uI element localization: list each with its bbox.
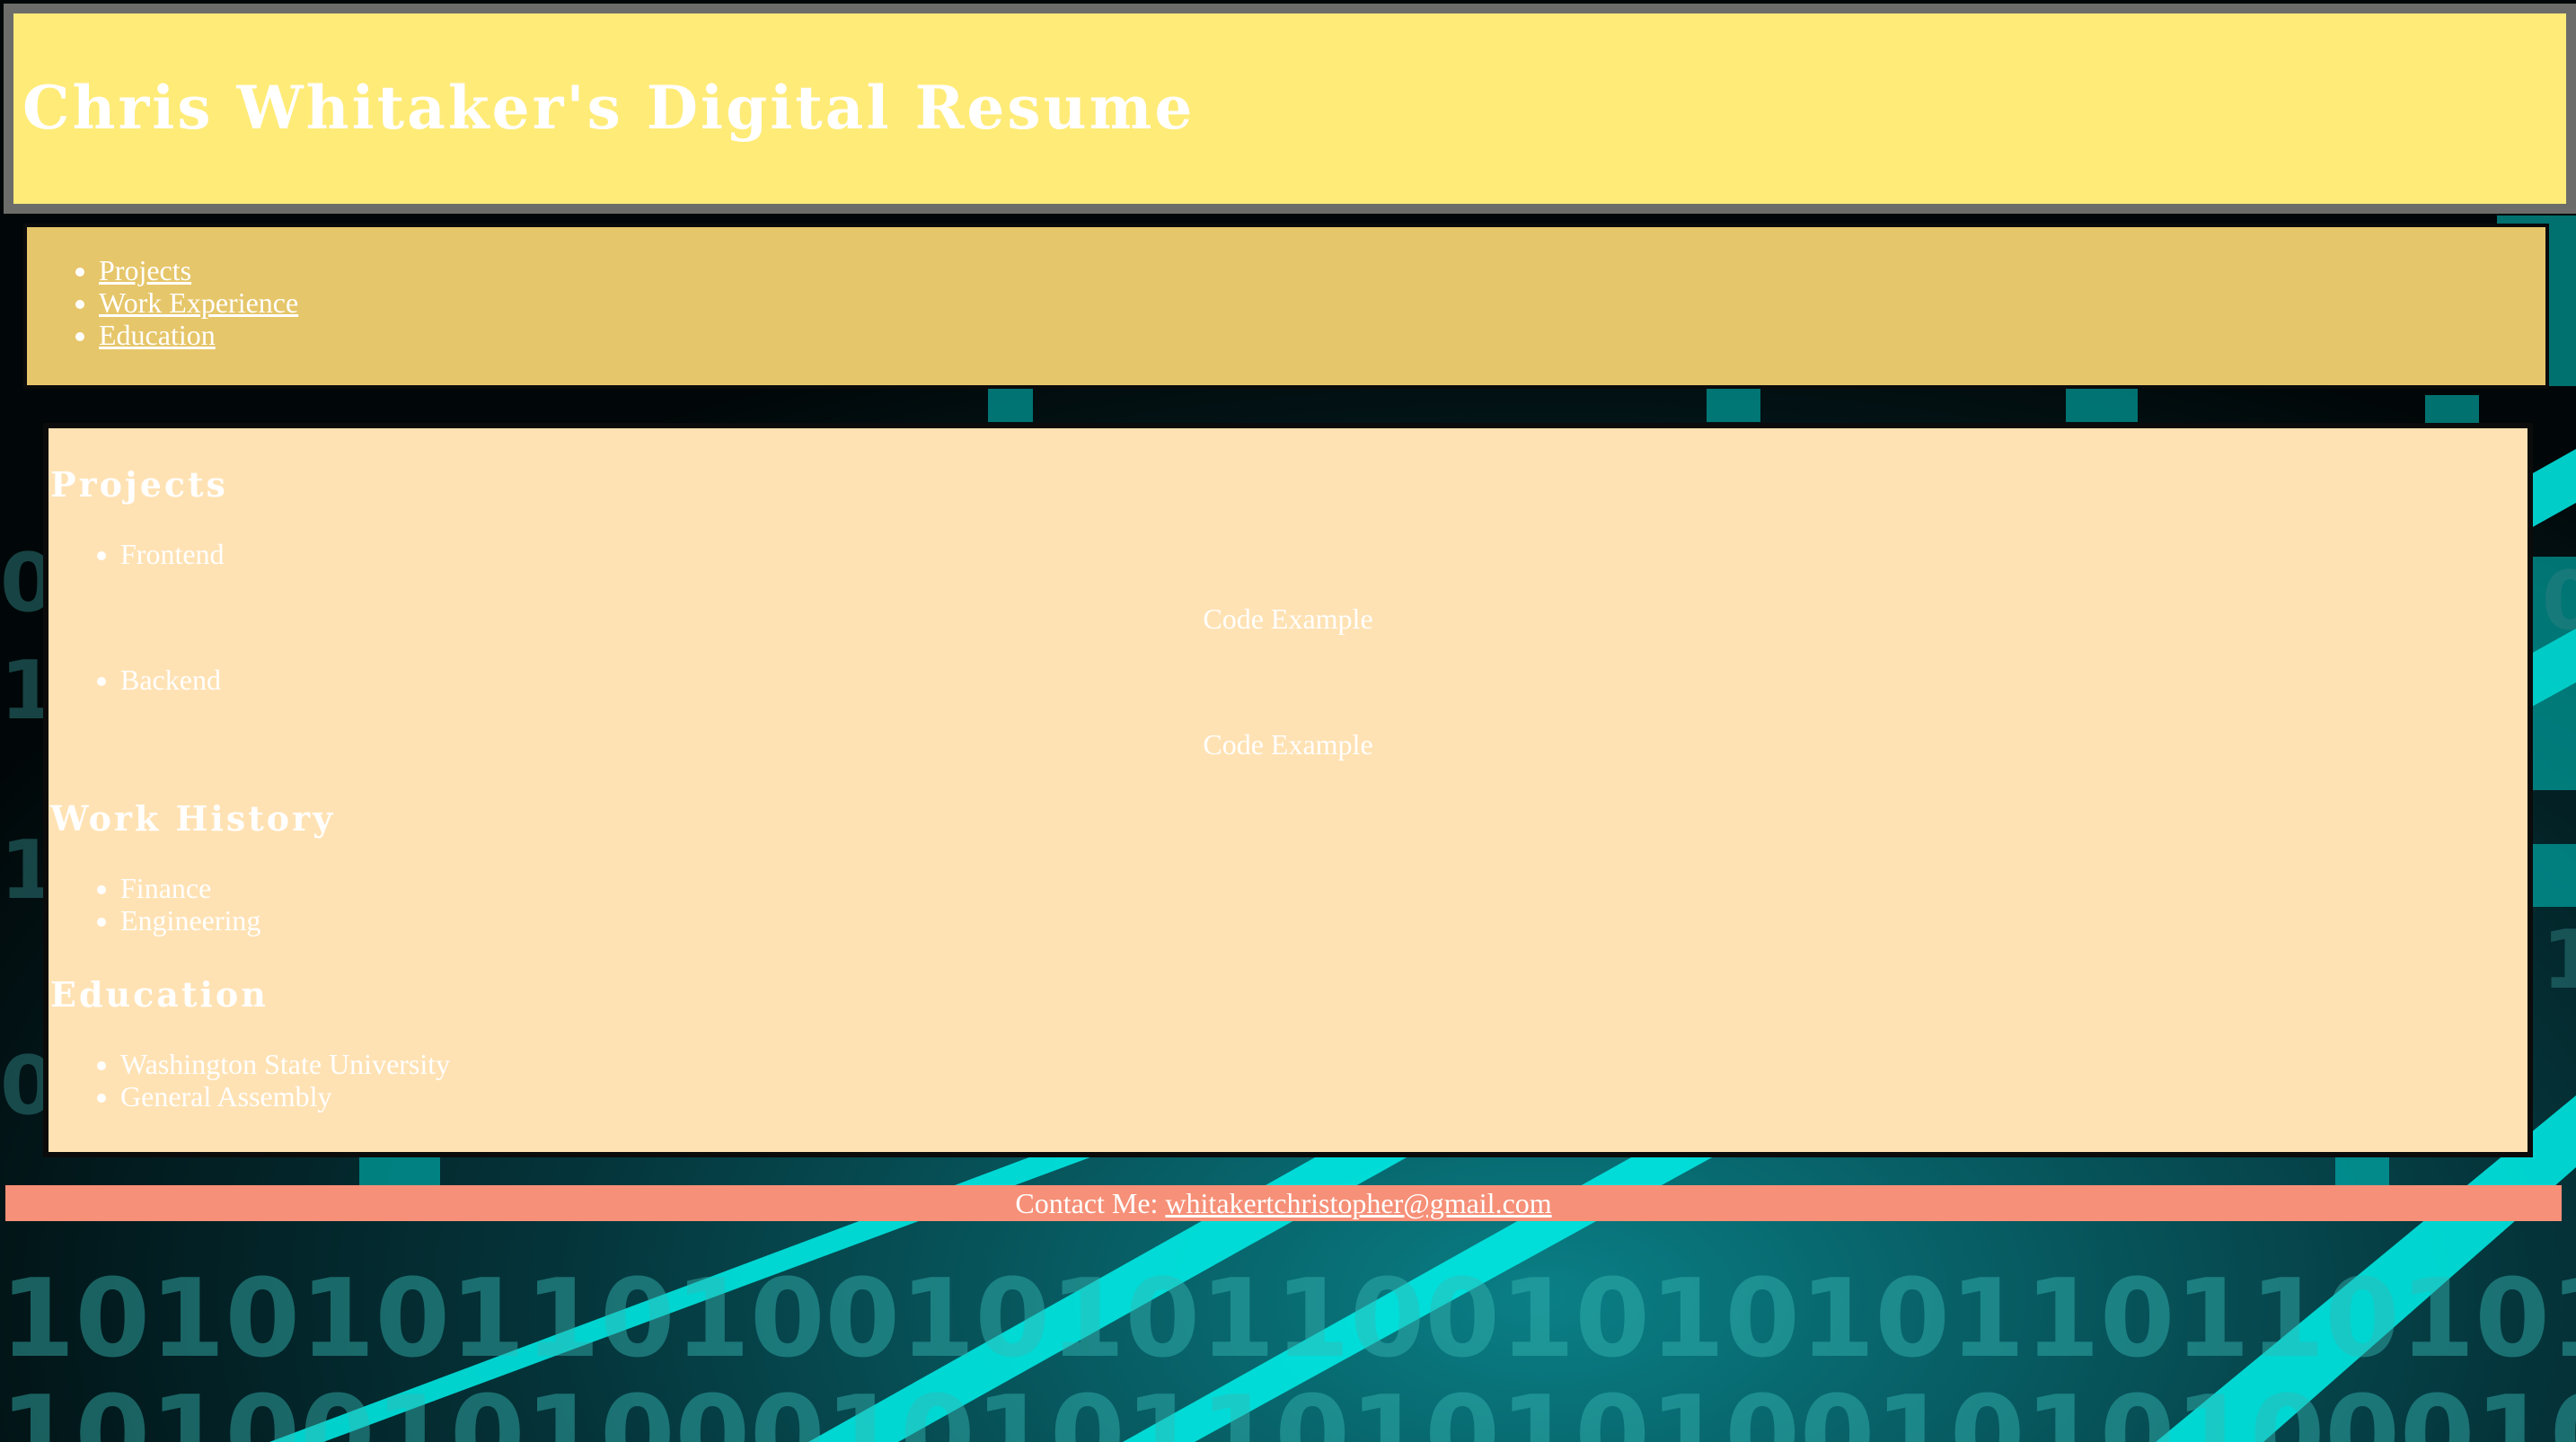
contact-label: Contact Me: [1015,1187,1159,1219]
svg-text:0: 0 [2542,554,2576,648]
svg-text:101010110100101011001010101101: 1010101101001010110010101011011010101101… [0,1257,2576,1382]
nav-item-work-experience: Work Experience [99,286,298,319]
backend-code-example[interactable]: Code Example [49,728,2527,761]
work-item-engineering: Engineering [120,904,260,936]
resume-content: Projects Frontend Code Example Backend C… [43,423,2533,1157]
nav-item-projects: Projects [99,254,298,286]
nav-link-work-experience[interactable]: Work Experience [99,286,298,319]
nav-list: Projects Work Experience Education [27,254,298,351]
nav-link-projects[interactable]: Projects [99,254,191,286]
nav-link-education[interactable]: Education [99,319,216,351]
svg-text:1: 1 [2542,913,2576,1007]
frontend-code-example[interactable]: Code Example [49,602,2527,635]
education-heading: Education [50,974,269,1015]
projects-heading: Projects [50,464,228,505]
projects-list-backend: Backend [49,664,221,696]
education-item-wsu: Washington State University [120,1048,450,1080]
main-nav: Projects Work Experience Education [23,224,2549,389]
page-header: Chris Whitaker's Digital Resume [4,4,2576,214]
nav-item-education: Education [99,319,298,351]
work-history-heading: Work History [50,798,336,839]
page-footer: Contact Me: whitakertchristopher@gmail.c… [5,1185,2562,1221]
work-item-finance: Finance [120,872,260,904]
education-item-general-assembly: General Assembly [120,1080,450,1112]
project-item-frontend: Frontend [120,538,225,570]
education-list: Washington State University General Asse… [49,1048,450,1112]
work-history-list: Finance Engineering [49,872,260,936]
projects-list-frontend: Frontend [49,538,225,570]
page-title: Chris Whitaker's Digital Resume [22,73,1195,143]
contact-email-link[interactable]: whitakertchristopher@gmail.com [1165,1187,1551,1219]
svg-text:101001010001010110101010010101: 1010010100010101101010100101010001010000… [0,1374,2576,1442]
project-item-backend: Backend [120,664,221,696]
